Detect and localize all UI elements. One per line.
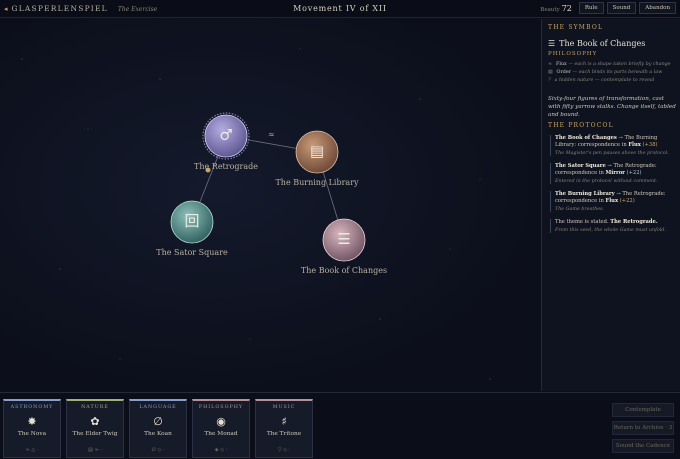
trait-flux: ≈ Flux — each is a shape taken briefly b… xyxy=(548,62,671,67)
empty-set-icon: ∅ xyxy=(153,415,163,428)
rule-button[interactable]: Rule xyxy=(578,2,604,14)
protocol-entry: The Burning Library → The Retrograde: co… xyxy=(550,191,678,212)
protocol-entry: The Book of Changes → The Burning Librar… xyxy=(550,135,678,156)
game-board[interactable]: ♂ ▤ 回 ☰ ≈ The Retrograde The Burning Lib… xyxy=(0,19,540,391)
beauty-score: Beauty 72 xyxy=(540,4,572,13)
sharp-icon: ♯ xyxy=(281,415,287,428)
side-panel: THE SYMBOL ☰ The Book of Changes PHILOSO… xyxy=(541,19,680,391)
return-to-archive-button[interactable]: Return to Archive · 3 xyxy=(612,421,674,435)
starfield xyxy=(21,48,491,380)
card-the-monad[interactable]: PHILOSOPHY ◉ The Monad ◈ ◇ · xyxy=(192,399,250,458)
mars-icon: ♂ xyxy=(219,125,233,144)
beauty-label: Beauty xyxy=(540,6,560,13)
symbol-name: The Book of Changes xyxy=(559,39,646,48)
top-bar: ◂ GLASPERLENSPIEL The Exercise Movement … xyxy=(0,0,680,18)
order-icon: ▤ xyxy=(548,70,553,75)
trait-hidden[interactable]: ? a hidden nature — contemplate to revea… xyxy=(548,78,676,83)
protocol-entry: The theme is stated. The Retrograde. Fro… xyxy=(550,219,678,233)
node-label-book: The Book of Changes xyxy=(300,266,388,275)
trigram-icon: ☰ xyxy=(337,229,351,248)
node-label-library: The Burning Library xyxy=(275,178,359,187)
protocol-heading: THE PROTOCOL xyxy=(548,122,614,129)
abandon-button[interactable]: Abandon xyxy=(639,2,676,14)
sator-icon: 回 xyxy=(184,211,200,230)
sound-button[interactable]: Sound xyxy=(606,2,637,14)
symbol-title-row: ☰ The Book of Changes xyxy=(548,39,645,48)
question-icon: ? xyxy=(548,78,551,83)
card-the-nova[interactable]: ASTRONOMY ✸ The Nova ≈ △ · xyxy=(3,399,61,458)
node-label-retrograde: The Retrograde xyxy=(194,162,258,171)
beauty-value: 72 xyxy=(561,3,572,13)
flower-icon: ✿ xyxy=(90,415,100,428)
flux-edge-icon: ≈ xyxy=(268,130,275,139)
node-label-sator: The Sator Square xyxy=(156,248,228,257)
trigram-icon: ☰ xyxy=(548,39,556,48)
card-hand: ASTRONOMY ✸ The Nova ≈ △ · NATURE ✿ The … xyxy=(0,392,680,459)
protocol-entry: The Sator Square → The Retrograde: corre… xyxy=(550,163,678,184)
nova-icon: ✸ xyxy=(27,415,37,428)
board-connections xyxy=(21,48,491,380)
symbol-heading: THE SYMBOL xyxy=(548,24,604,31)
trait-order: ▤ Order — each binds its parts beneath a… xyxy=(548,70,663,75)
card-the-elder-twig[interactable]: NATURE ✿ The Elder Twig ▤ ≈ · xyxy=(66,399,124,458)
card-the-tritone[interactable]: MUSIC ♯ The Tritone ▽ ◇ · xyxy=(255,399,313,458)
sound-cadence-button[interactable]: Sound the Cadence xyxy=(612,439,674,453)
library-icon: ▤ xyxy=(309,141,325,160)
flux-icon: ≈ xyxy=(548,62,553,67)
symbol-traits: ≈ Flux — each is a shape taken briefly b… xyxy=(548,62,676,83)
top-controls: Beauty 72 Rule Sound Abandon xyxy=(540,2,676,14)
card-the-koan[interactable]: LANGUAGE ∅ The Koan ∅ ◇ · xyxy=(129,399,187,458)
symbol-quote: Sixty-four figures of transformation, ca… xyxy=(548,96,676,118)
protocol-list: The Book of Changes → The Burning Librar… xyxy=(550,135,678,233)
symbol-category: PHILOSOPHY xyxy=(548,51,598,57)
contemplate-button[interactable]: Contemplate xyxy=(612,403,674,417)
monad-icon: ◉ xyxy=(216,415,226,428)
